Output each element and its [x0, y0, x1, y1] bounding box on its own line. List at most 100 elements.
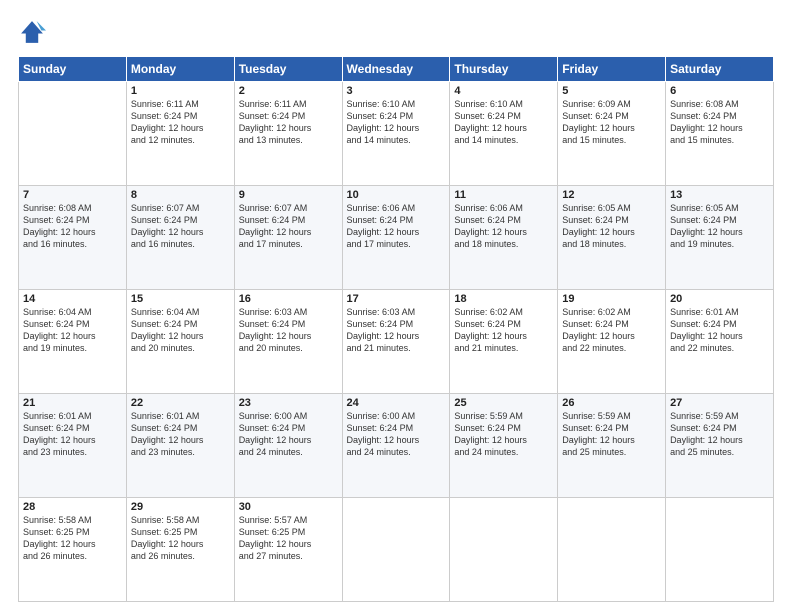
day-number: 2 — [239, 85, 338, 97]
day-info: Sunrise: 5:58 AM Sunset: 6:25 PM Dayligh… — [131, 514, 230, 563]
day-header-monday: Monday — [126, 57, 234, 82]
day-number: 9 — [239, 189, 338, 201]
calendar-table: SundayMondayTuesdayWednesdayThursdayFrid… — [18, 56, 774, 602]
day-number: 4 — [454, 85, 553, 97]
day-info: Sunrise: 6:10 AM Sunset: 6:24 PM Dayligh… — [347, 98, 446, 147]
day-info: Sunrise: 6:10 AM Sunset: 6:24 PM Dayligh… — [454, 98, 553, 147]
calendar-header-row: SundayMondayTuesdayWednesdayThursdayFrid… — [19, 57, 774, 82]
day-header-thursday: Thursday — [450, 57, 558, 82]
calendar-cell: 20Sunrise: 6:01 AM Sunset: 6:24 PM Dayli… — [666, 290, 774, 394]
day-number: 24 — [347, 397, 446, 409]
day-number: 19 — [562, 293, 661, 305]
calendar-cell: 6Sunrise: 6:08 AM Sunset: 6:24 PM Daylig… — [666, 82, 774, 186]
day-info: Sunrise: 6:00 AM Sunset: 6:24 PM Dayligh… — [347, 410, 446, 459]
day-info: Sunrise: 5:57 AM Sunset: 6:25 PM Dayligh… — [239, 514, 338, 563]
day-number: 5 — [562, 85, 661, 97]
calendar-cell: 8Sunrise: 6:07 AM Sunset: 6:24 PM Daylig… — [126, 186, 234, 290]
calendar-cell — [19, 82, 127, 186]
day-info: Sunrise: 6:06 AM Sunset: 6:24 PM Dayligh… — [454, 202, 553, 251]
day-number: 14 — [23, 293, 122, 305]
day-info: Sunrise: 5:59 AM Sunset: 6:24 PM Dayligh… — [562, 410, 661, 459]
calendar-week-3: 14Sunrise: 6:04 AM Sunset: 6:24 PM Dayli… — [19, 290, 774, 394]
calendar-cell: 30Sunrise: 5:57 AM Sunset: 6:25 PM Dayli… — [234, 498, 342, 602]
calendar-cell: 18Sunrise: 6:02 AM Sunset: 6:24 PM Dayli… — [450, 290, 558, 394]
day-info: Sunrise: 6:11 AM Sunset: 6:24 PM Dayligh… — [131, 98, 230, 147]
day-number: 1 — [131, 85, 230, 97]
day-number: 22 — [131, 397, 230, 409]
day-header-sunday: Sunday — [19, 57, 127, 82]
day-info: Sunrise: 6:03 AM Sunset: 6:24 PM Dayligh… — [239, 306, 338, 355]
calendar-cell: 26Sunrise: 5:59 AM Sunset: 6:24 PM Dayli… — [558, 394, 666, 498]
day-info: Sunrise: 6:06 AM Sunset: 6:24 PM Dayligh… — [347, 202, 446, 251]
day-header-saturday: Saturday — [666, 57, 774, 82]
day-number: 20 — [670, 293, 769, 305]
calendar-cell: 27Sunrise: 5:59 AM Sunset: 6:24 PM Dayli… — [666, 394, 774, 498]
calendar-cell: 24Sunrise: 6:00 AM Sunset: 6:24 PM Dayli… — [342, 394, 450, 498]
day-info: Sunrise: 5:59 AM Sunset: 6:24 PM Dayligh… — [454, 410, 553, 459]
calendar-cell: 3Sunrise: 6:10 AM Sunset: 6:24 PM Daylig… — [342, 82, 450, 186]
calendar-week-2: 7Sunrise: 6:08 AM Sunset: 6:24 PM Daylig… — [19, 186, 774, 290]
calendar-cell: 25Sunrise: 5:59 AM Sunset: 6:24 PM Dayli… — [450, 394, 558, 498]
day-number: 7 — [23, 189, 122, 201]
calendar-cell: 21Sunrise: 6:01 AM Sunset: 6:24 PM Dayli… — [19, 394, 127, 498]
calendar-cell — [666, 498, 774, 602]
day-info: Sunrise: 6:07 AM Sunset: 6:24 PM Dayligh… — [239, 202, 338, 251]
day-info: Sunrise: 6:02 AM Sunset: 6:24 PM Dayligh… — [454, 306, 553, 355]
day-number: 6 — [670, 85, 769, 97]
day-info: Sunrise: 6:03 AM Sunset: 6:24 PM Dayligh… — [347, 306, 446, 355]
day-number: 25 — [454, 397, 553, 409]
calendar-cell: 11Sunrise: 6:06 AM Sunset: 6:24 PM Dayli… — [450, 186, 558, 290]
day-info: Sunrise: 6:09 AM Sunset: 6:24 PM Dayligh… — [562, 98, 661, 147]
day-info: Sunrise: 6:01 AM Sunset: 6:24 PM Dayligh… — [670, 306, 769, 355]
day-number: 29 — [131, 501, 230, 513]
day-header-tuesday: Tuesday — [234, 57, 342, 82]
calendar-cell: 10Sunrise: 6:06 AM Sunset: 6:24 PM Dayli… — [342, 186, 450, 290]
calendar-cell: 22Sunrise: 6:01 AM Sunset: 6:24 PM Dayli… — [126, 394, 234, 498]
day-number: 26 — [562, 397, 661, 409]
calendar-cell: 15Sunrise: 6:04 AM Sunset: 6:24 PM Dayli… — [126, 290, 234, 394]
calendar-cell: 9Sunrise: 6:07 AM Sunset: 6:24 PM Daylig… — [234, 186, 342, 290]
day-info: Sunrise: 6:11 AM Sunset: 6:24 PM Dayligh… — [239, 98, 338, 147]
calendar-cell — [558, 498, 666, 602]
day-number: 10 — [347, 189, 446, 201]
day-info: Sunrise: 5:58 AM Sunset: 6:25 PM Dayligh… — [23, 514, 122, 563]
header — [18, 18, 774, 46]
day-number: 21 — [23, 397, 122, 409]
calendar-cell: 2Sunrise: 6:11 AM Sunset: 6:24 PM Daylig… — [234, 82, 342, 186]
day-header-friday: Friday — [558, 57, 666, 82]
day-number: 15 — [131, 293, 230, 305]
day-info: Sunrise: 6:08 AM Sunset: 6:24 PM Dayligh… — [670, 98, 769, 147]
day-number: 13 — [670, 189, 769, 201]
calendar-week-4: 21Sunrise: 6:01 AM Sunset: 6:24 PM Dayli… — [19, 394, 774, 498]
calendar-cell: 23Sunrise: 6:00 AM Sunset: 6:24 PM Dayli… — [234, 394, 342, 498]
calendar-week-5: 28Sunrise: 5:58 AM Sunset: 6:25 PM Dayli… — [19, 498, 774, 602]
day-info: Sunrise: 5:59 AM Sunset: 6:24 PM Dayligh… — [670, 410, 769, 459]
day-number: 23 — [239, 397, 338, 409]
day-number: 27 — [670, 397, 769, 409]
day-info: Sunrise: 6:05 AM Sunset: 6:24 PM Dayligh… — [562, 202, 661, 251]
day-info: Sunrise: 6:04 AM Sunset: 6:24 PM Dayligh… — [23, 306, 122, 355]
calendar-cell: 4Sunrise: 6:10 AM Sunset: 6:24 PM Daylig… — [450, 82, 558, 186]
day-number: 16 — [239, 293, 338, 305]
day-number: 12 — [562, 189, 661, 201]
calendar-cell — [342, 498, 450, 602]
day-info: Sunrise: 6:00 AM Sunset: 6:24 PM Dayligh… — [239, 410, 338, 459]
calendar-cell: 17Sunrise: 6:03 AM Sunset: 6:24 PM Dayli… — [342, 290, 450, 394]
day-info: Sunrise: 6:01 AM Sunset: 6:24 PM Dayligh… — [23, 410, 122, 459]
day-info: Sunrise: 6:04 AM Sunset: 6:24 PM Dayligh… — [131, 306, 230, 355]
calendar-cell: 14Sunrise: 6:04 AM Sunset: 6:24 PM Dayli… — [19, 290, 127, 394]
calendar-cell: 5Sunrise: 6:09 AM Sunset: 6:24 PM Daylig… — [558, 82, 666, 186]
day-number: 3 — [347, 85, 446, 97]
logo — [18, 18, 50, 46]
day-info: Sunrise: 6:05 AM Sunset: 6:24 PM Dayligh… — [670, 202, 769, 251]
calendar-cell — [450, 498, 558, 602]
calendar-cell: 16Sunrise: 6:03 AM Sunset: 6:24 PM Dayli… — [234, 290, 342, 394]
calendar-week-1: 1Sunrise: 6:11 AM Sunset: 6:24 PM Daylig… — [19, 82, 774, 186]
calendar-cell: 19Sunrise: 6:02 AM Sunset: 6:24 PM Dayli… — [558, 290, 666, 394]
day-number: 11 — [454, 189, 553, 201]
page: SundayMondayTuesdayWednesdayThursdayFrid… — [0, 0, 792, 612]
day-info: Sunrise: 6:01 AM Sunset: 6:24 PM Dayligh… — [131, 410, 230, 459]
calendar-cell: 1Sunrise: 6:11 AM Sunset: 6:24 PM Daylig… — [126, 82, 234, 186]
calendar-cell: 29Sunrise: 5:58 AM Sunset: 6:25 PM Dayli… — [126, 498, 234, 602]
day-number: 18 — [454, 293, 553, 305]
